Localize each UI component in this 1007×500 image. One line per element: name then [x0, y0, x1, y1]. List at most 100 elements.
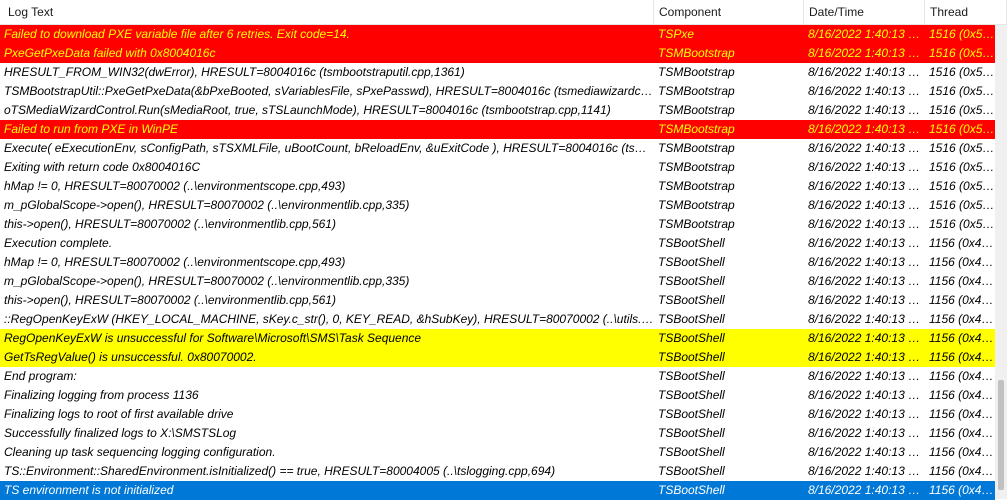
thread-cell: 1156 (0x484) [929, 407, 995, 421]
thread-cell: 1516 (0x5EC) [929, 198, 995, 212]
log-row[interactable]: m_pGlobalScope->open(), HRESULT=80070002… [0, 272, 995, 291]
component-cell: TSBootShell [658, 445, 725, 459]
datetime-cell: 8/16/2022 1:40:13 PM [808, 27, 925, 41]
datetime-cell: 8/16/2022 1:40:13 PM [808, 179, 925, 193]
thread-cell: 1156 (0x484) [929, 426, 995, 440]
component-cell: TSBootShell [658, 255, 725, 269]
log-row[interactable]: RegOpenKeyExW is unsuccessful for Softwa… [0, 329, 995, 348]
component-cell: TSBootShell [658, 312, 725, 326]
thread-cell: 1156 (0x484) [929, 312, 995, 326]
component-cell: TSMBootstrap [658, 84, 735, 98]
thread-cell: 1156 (0x484) [929, 236, 995, 250]
log-row[interactable]: Finalizing logs to root of first availab… [0, 405, 995, 424]
log-text-cell: RegOpenKeyExW is unsuccessful for Softwa… [4, 331, 422, 345]
vertical-scrollbar[interactable] [995, 25, 1007, 499]
component-cell: TSBootShell [658, 331, 725, 345]
log-text-cell: m_pGlobalScope->open(), HRESULT=80070002… [4, 198, 410, 212]
log-text-cell: Finalizing logging from process 1136 [4, 388, 199, 402]
log-row[interactable]: Finalizing logging from process 1136 TSBo… [0, 386, 995, 405]
log-row[interactable]: this->open(), HRESULT=80070002 (..\envir… [0, 291, 995, 310]
component-cell: TSPxe [658, 27, 695, 41]
log-text-cell: TS::Environment::SharedEnvironment.isIni… [4, 464, 556, 478]
component-cell: TSMBootstrap [658, 103, 735, 117]
log-row[interactable]: this->open(), HRESULT=80070002 (..\envir… [0, 215, 995, 234]
log-text-cell: TS environment is not initialized [4, 483, 174, 497]
column-header-datetime[interactable]: Date/Time [804, 0, 925, 25]
thread-cell: 1156 (0x484) [929, 388, 995, 402]
log-text-cell: GetTsRegValue() is unsuccessful. 0x80070… [4, 350, 257, 364]
component-cell: TSBootShell [658, 407, 725, 421]
log-row[interactable]: oTSMediaWizardControl.Run(sMediaRoot, tr… [0, 101, 995, 120]
datetime-cell: 8/16/2022 1:40:13 PM [808, 369, 925, 383]
column-header-log-text[interactable]: Log Text [0, 0, 654, 25]
thread-cell: 1516 (0x5EC) [929, 141, 995, 155]
thread-cell: 1156 (0x484) [929, 369, 995, 383]
thread-cell: 1156 (0x484) [929, 350, 995, 364]
log-row[interactable]: m_pGlobalScope->open(), HRESULT=80070002… [0, 196, 995, 215]
thread-cell: 1156 (0x484) [929, 255, 995, 269]
log-text-cell: Execute( eExecutionEnv, sConfigPath, sTS… [4, 141, 654, 155]
component-cell: TSBootShell [658, 350, 725, 364]
component-cell: TSMBootstrap [658, 65, 735, 79]
log-text-cell: Cleaning up task sequencing logging conf… [4, 445, 276, 459]
log-row[interactable]: hMap != 0, HRESULT=80070002 (..\environm… [0, 253, 995, 272]
log-row[interactable]: Execution complete. TSBootShell 8/16/2022 … [0, 234, 995, 253]
log-text-cell: Successfully finalized logs to X:\SMSTSL… [4, 426, 237, 440]
log-row[interactable]: Execute( eExecutionEnv, sConfigPath, sTS… [0, 139, 995, 158]
datetime-cell: 8/16/2022 1:40:13 PM [808, 312, 925, 326]
log-text-cell: Exiting with return code 0x8004016C [4, 160, 201, 174]
thread-cell: 1516 (0x5EC) [929, 122, 995, 136]
component-cell: TSMBootstrap [658, 141, 735, 155]
datetime-cell: 8/16/2022 1:40:13 PM [808, 407, 925, 421]
log-row[interactable]: Cleaning up task sequencing logging conf… [0, 443, 995, 462]
column-header-component[interactable]: Component [654, 0, 804, 25]
log-row[interactable]: hMap != 0, HRESULT=80070002 (..\environm… [0, 177, 995, 196]
log-text-cell: hMap != 0, HRESULT=80070002 (..\environm… [4, 179, 346, 193]
log-row[interactable]: TSMBootstrapUtil::PxeGetPxeData(&bPxeBoo… [0, 82, 995, 101]
component-cell: TSBootShell [658, 369, 725, 383]
log-text-cell: End program: [4, 369, 77, 383]
log-row[interactable]: ::RegOpenKeyExW (HKEY_LOCAL_MACHINE, sKe… [0, 310, 995, 329]
thread-cell: 1516 (0x5EC) [929, 65, 995, 79]
component-cell: TSMBootstrap [658, 179, 735, 193]
thread-cell: 1156 (0x484) [929, 464, 995, 478]
log-row[interactable]: Failed to run from PXE in WinPE TSMBootst… [0, 120, 995, 139]
component-cell: TSBootShell [658, 426, 725, 440]
thread-cell: 1516 (0x5EC) [929, 179, 995, 193]
datetime-cell: 8/16/2022 1:40:13 PM [808, 331, 925, 345]
log-row[interactable]: PxeGetPxeData failed with 0x8004016c TSMB… [0, 44, 995, 63]
datetime-cell: 8/16/2022 1:40:13 PM [808, 483, 925, 497]
datetime-cell: 8/16/2022 1:40:13 PM [808, 293, 925, 307]
datetime-cell: 8/16/2022 1:40:13 PM [808, 46, 925, 60]
log-text-cell: PxeGetPxeData failed with 0x8004016c [4, 46, 216, 60]
scrollbar-thumb[interactable] [998, 380, 1004, 490]
log-row[interactable]: GetTsRegValue() is unsuccessful. 0x80070… [0, 348, 995, 367]
log-row[interactable]: Successfully finalized logs to X:\SMSTSL… [0, 424, 995, 443]
thread-cell: 1156 (0x484) [929, 445, 995, 459]
thread-cell: 1516 (0x5EC) [929, 103, 995, 117]
component-cell: TSBootShell [658, 293, 725, 307]
thread-cell: 1156 (0x484) [929, 331, 995, 345]
log-row[interactable]: HRESULT_FROM_WIN32(dwError), HRESULT=800… [0, 63, 995, 82]
log-text-cell: this->open(), HRESULT=80070002 (..\envir… [4, 217, 336, 231]
datetime-cell: 8/16/2022 1:40:13 PM [808, 236, 925, 250]
log-row[interactable]: Failed to download PXE variable file aft… [0, 25, 995, 44]
log-text-cell: m_pGlobalScope->open(), HRESULT=80070002… [4, 274, 410, 288]
datetime-cell: 8/16/2022 1:40:13 PM [808, 65, 925, 79]
log-text-cell: hMap != 0, HRESULT=80070002 (..\environm… [4, 255, 346, 269]
log-text-cell: Failed to run from PXE in WinPE [4, 122, 178, 136]
log-row[interactable]: End program: TSBootShell 8/16/2022 1:40:13… [0, 367, 995, 386]
datetime-cell: 8/16/2022 1:40:13 PM [808, 84, 925, 98]
datetime-cell: 8/16/2022 1:40:13 PM [808, 198, 925, 212]
log-list: Failed to download PXE variable file aft… [0, 25, 995, 500]
datetime-cell: 8/16/2022 1:40:13 PM [808, 426, 925, 440]
log-row[interactable]: Exiting with return code 0x8004016C TSMBo… [0, 158, 995, 177]
thread-cell: 1156 (0x484) [929, 274, 995, 288]
component-cell: TSMBootstrap [658, 160, 735, 174]
log-row[interactable]: TS::Environment::SharedEnvironment.isIni… [0, 462, 995, 481]
log-row[interactable]: TS environment is not initialized TSBootS… [0, 481, 995, 500]
component-cell: TSBootShell [658, 274, 725, 288]
component-cell: TSMBootstrap [658, 122, 735, 136]
component-cell: TSBootShell [658, 236, 725, 250]
column-header-thread[interactable]: Thread [925, 0, 1007, 25]
